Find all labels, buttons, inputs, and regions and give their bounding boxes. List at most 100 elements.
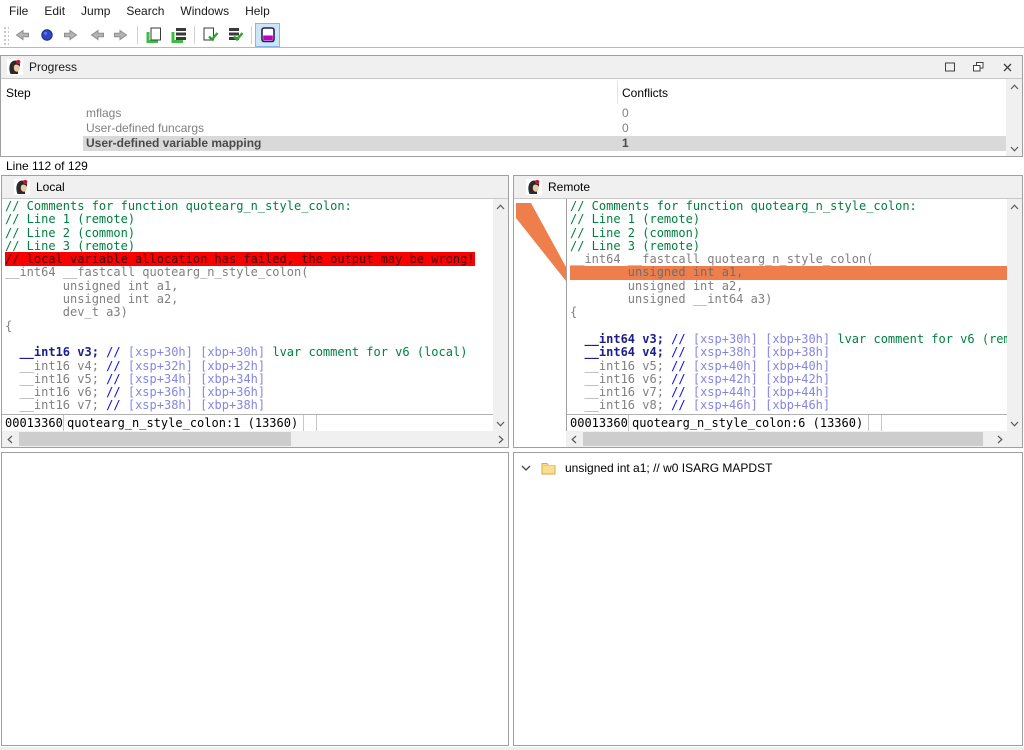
remote-status-bar: 00013360quotearg_n_style_colon:6 (13360) [566, 414, 1007, 431]
progress-window: Progress Step Conflicts mflags0User-defi… [0, 55, 1023, 157]
scrollbar-track[interactable] [581, 431, 992, 447]
status-cell [317, 415, 493, 431]
scroll-right-icon[interactable] [992, 431, 1007, 447]
menu-item-windows[interactable]: Windows [172, 0, 237, 22]
next-arrow-icon [113, 28, 130, 42]
conflicts-cell: 0 [622, 106, 629, 121]
code-line: { [5, 320, 493, 333]
column-header-conflicts[interactable]: Conflicts [622, 86, 668, 100]
column-header-step[interactable]: Step [6, 86, 31, 100]
back-arrow-icon [13, 28, 30, 42]
stop-circle-button[interactable] [34, 23, 59, 47]
local-horizontal-scrollbar[interactable] [2, 431, 508, 447]
forward-arrow-button[interactable] [59, 23, 84, 47]
toolbar-separator [137, 26, 138, 44]
float-window-button[interactable] [964, 56, 993, 78]
status-cell: quotearg_n_style_colon:6 (13360) [629, 415, 869, 431]
code-line: // Line 1 (remote) [570, 213, 1007, 226]
document-check-button[interactable] [198, 23, 223, 47]
scrollbar-track[interactable] [17, 431, 493, 447]
scroll-down-icon[interactable] [1007, 416, 1023, 431]
local-pane-header[interactable]: Local [2, 176, 508, 199]
maximize-button[interactable] [935, 56, 964, 78]
toolbar-separator [194, 26, 195, 44]
next-arrow-button[interactable] [109, 23, 134, 47]
remote-pane: Remote // Comments for function quotearg… [513, 175, 1023, 448]
menu-item-help[interactable]: Help [237, 0, 278, 22]
code-line: // local variable allocation has failed,… [5, 253, 493, 266]
local-status-bar: 00013360quotearg_n_style_colon:1 (13360) [2, 414, 493, 431]
scroll-up-icon[interactable] [493, 199, 509, 214]
code-line: // Line 2 (common) [570, 227, 1007, 240]
code-line: // Comments for function quotearg_n_styl… [570, 200, 1007, 213]
scroll-left-icon[interactable] [2, 431, 17, 447]
close-icon[interactable] [993, 56, 1022, 78]
step-cell: User-defined variable mapping [86, 136, 261, 151]
stop-circle-icon [40, 28, 54, 42]
scrollbar-thumb[interactable] [583, 432, 983, 446]
code-line: dev_t a3) [5, 306, 493, 319]
code-line [5, 333, 493, 346]
progress-step-row[interactable]: User-defined variable mapping 1 [1, 136, 1006, 151]
ida-app-icon [526, 179, 542, 195]
document-button[interactable] [141, 23, 166, 47]
remote-horizontal-scrollbar[interactable] [566, 431, 1007, 447]
scrollbar-thumb[interactable] [19, 432, 291, 446]
progress-step-row[interactable]: User-defined funcargs0 [1, 121, 1006, 136]
progress-table-scrollbar[interactable] [1006, 79, 1022, 156]
forward-arrow-icon [63, 28, 80, 42]
chevron-down-icon[interactable] [521, 465, 531, 471]
merge-view-button[interactable] [255, 23, 280, 47]
toolbar [0, 22, 1024, 48]
status-cell: quotearg_n_style_colon:1 (13360) [64, 415, 304, 431]
local-pane-title: Local [36, 180, 65, 194]
back-arrow-button[interactable] [9, 23, 34, 47]
variable-mapping-tree-item[interactable]: unsigned int a1; // w0 ISARG MAPDST [514, 453, 1022, 475]
document-check-icon [201, 26, 220, 44]
status-cell [304, 415, 317, 431]
code-line: unsigned __int64 a3) [570, 293, 1007, 306]
remote-vertical-scrollbar[interactable] [1007, 199, 1022, 431]
code-line: unsigned int a1, [570, 266, 1007, 279]
conflicts-cell: 1 [622, 136, 629, 151]
local-vertical-scrollbar[interactable] [493, 199, 508, 431]
line-indicator: Line 112 of 129 [6, 159, 88, 173]
segments-button[interactable] [166, 23, 191, 47]
code-line: __int64 v3; // [xsp+30h] [xbp+30h] lvar … [570, 333, 1007, 346]
local-code-view[interactable]: // Comments for function quotearg_n_styl… [2, 199, 493, 414]
remote-code-view[interactable]: // Comments for function quotearg_n_styl… [566, 199, 1007, 414]
progress-step-row[interactable]: mflags0 [1, 106, 1006, 121]
prev-arrow-button[interactable] [84, 23, 109, 47]
toolbar-grip[interactable] [2, 25, 9, 45]
segments-check-button[interactable] [223, 23, 248, 47]
code-line: __int16 v8; // [xsp+46h] [xbp+46h] [570, 399, 1007, 412]
progress-titlebar[interactable]: Progress [1, 56, 1022, 79]
scroll-down-icon[interactable] [493, 416, 509, 431]
column-divider [617, 81, 618, 104]
bottom-left-pane[interactable] [1, 452, 509, 746]
scroll-right-icon[interactable] [493, 431, 508, 447]
menu-item-jump[interactable]: Jump [73, 0, 118, 22]
code-line: __int16 v4; // [xsp+32h] [xbp+32h] [5, 360, 493, 373]
status-cell [882, 415, 1007, 431]
menu-item-search[interactable]: Search [118, 0, 172, 22]
scroll-up-icon[interactable] [1007, 199, 1023, 214]
status-cell: 00013360 [2, 415, 64, 431]
code-line: // Line 3 (remote) [5, 240, 493, 253]
scroll-down-icon[interactable] [1006, 141, 1022, 156]
scroll-left-icon[interactable] [566, 431, 581, 447]
code-line: // Comments for function quotearg_n_styl… [5, 200, 493, 213]
menu-item-file[interactable]: File [1, 0, 36, 22]
toolbar-separator [251, 26, 252, 44]
table-rows: mflags0User-defined funcargs0User-define… [1, 106, 1006, 151]
menu-bar: FileEditJumpSearchWindowsHelp [0, 0, 1024, 22]
remote-pane-header[interactable]: Remote [514, 176, 1022, 199]
scroll-up-icon[interactable] [1006, 79, 1022, 94]
progress-step-table: Step Conflicts mflags0User-defined funca… [1, 79, 1006, 156]
scrollbar-corner [1007, 431, 1022, 447]
prev-arrow-icon [88, 28, 105, 42]
menu-item-edit[interactable]: Edit [36, 0, 73, 22]
bottom-right-pane: unsigned int a1; // w0 ISARG MAPDST [513, 452, 1023, 746]
folder-icon [541, 462, 556, 475]
table-header[interactable]: Step Conflicts [1, 79, 1006, 106]
